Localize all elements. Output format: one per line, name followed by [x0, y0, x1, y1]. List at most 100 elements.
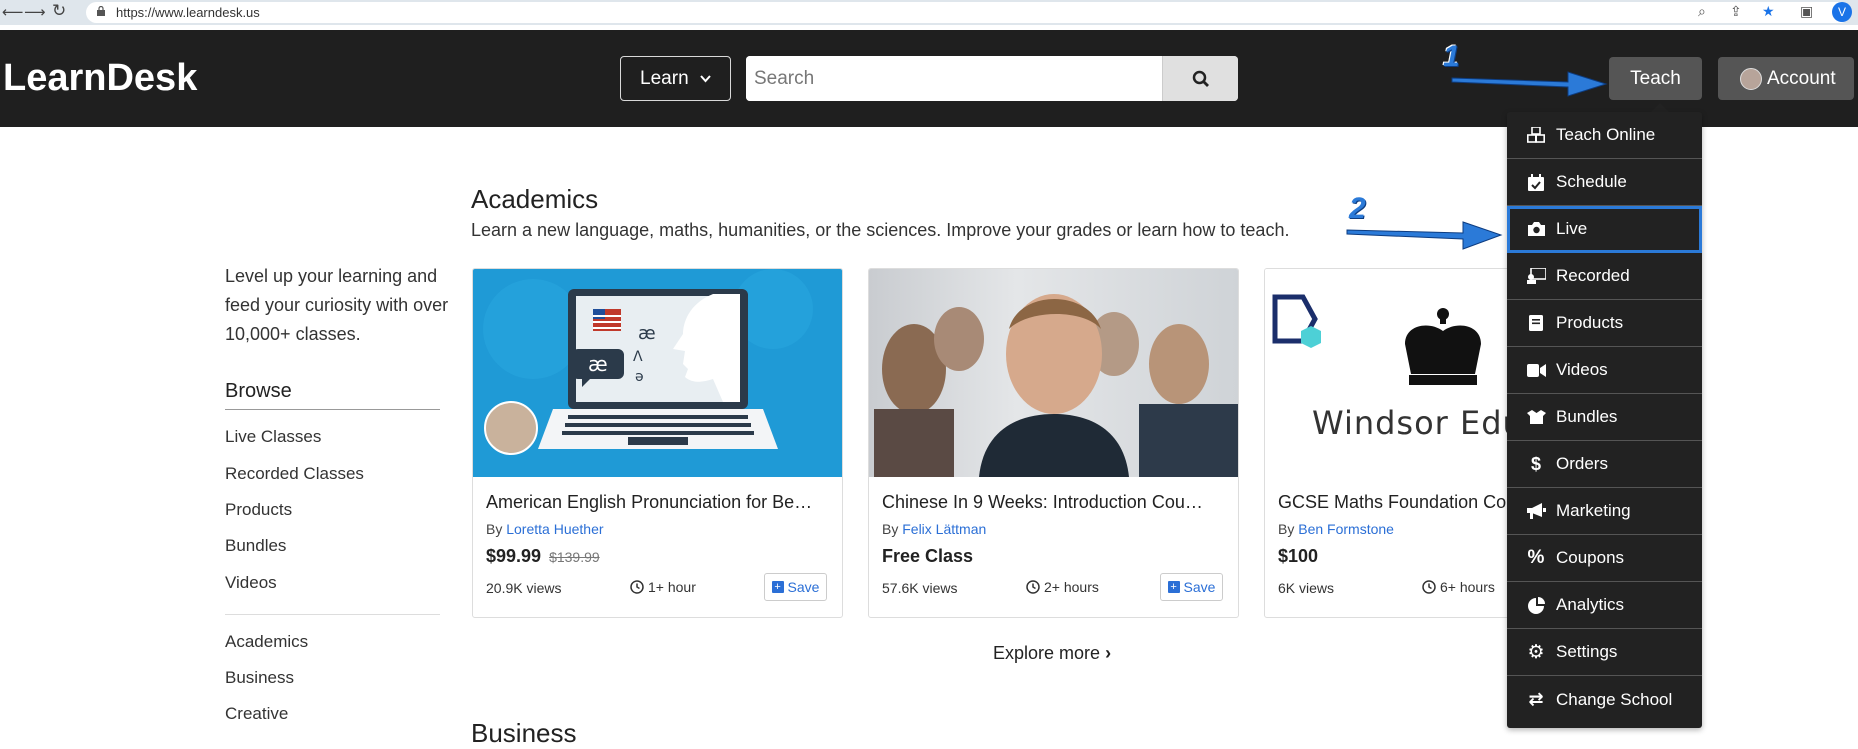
menu-item-analytics[interactable]: Analytics: [1507, 582, 1702, 629]
side-panel-icon[interactable]: ▣: [1800, 3, 1813, 20]
menu-item-change-school[interactable]: ⇄ Change School: [1507, 676, 1702, 723]
menu-item-label: Teach Online: [1556, 125, 1656, 144]
menu-item-label: Analytics: [1556, 595, 1625, 614]
course-title[interactable]: American English Pronunciation for Be…: [486, 492, 832, 513]
chevron-right-icon: ›: [1105, 643, 1112, 663]
svg-text:æ: æ: [588, 352, 608, 376]
menu-item-label: Coupons: [1556, 548, 1625, 567]
account-label: Account: [1767, 68, 1836, 89]
reload-icon[interactable]: ↻: [52, 1, 66, 21]
by-label: By: [486, 521, 503, 537]
sidebar-link-products[interactable]: Products: [225, 500, 292, 520]
teach-dropdown-menu: Teach Online Schedule Live Recorded Prod…: [1507, 112, 1702, 728]
cubes-icon: [1526, 127, 1546, 143]
course-thumbnail: [869, 269, 1238, 477]
lock-icon: [97, 6, 105, 16]
section-title: Academics: [471, 184, 599, 214]
sidebar-link-videos[interactable]: Videos: [225, 573, 277, 593]
avatar: [1740, 68, 1762, 90]
view-count: 57.6K views: [882, 580, 958, 596]
share-icon[interactable]: ⇪: [1730, 3, 1742, 20]
teacher-link[interactable]: Ben Formstone: [1298, 521, 1394, 537]
pie-chart-icon: [1526, 596, 1546, 614]
course-title[interactable]: Chinese In 9 Weeks: Introduction Cou…: [882, 492, 1228, 513]
price-value: $99.99: [486, 546, 542, 566]
duration-text: 1+ hour: [648, 579, 696, 595]
teach-button[interactable]: Teach: [1609, 57, 1702, 100]
view-count: 20.9K views: [486, 580, 562, 596]
divider: [225, 614, 440, 615]
menu-item-coupons[interactable]: % Coupons: [1507, 535, 1702, 582]
duration-text: 2+ hours: [1044, 579, 1099, 595]
menu-item-orders[interactable]: $ Orders: [1507, 441, 1702, 488]
address-bar[interactable]: https://www.learndesk.us: [86, 2, 1850, 23]
menu-item-products[interactable]: Products: [1507, 300, 1702, 347]
menu-item-recorded[interactable]: Recorded: [1507, 253, 1702, 300]
course-price: $100: [1278, 546, 1318, 567]
section-description: Learn a new language, maths, humanities,…: [471, 220, 1290, 240]
annotation-arrow-icon: [1451, 71, 1608, 97]
menu-item-teach-online[interactable]: Teach Online: [1507, 112, 1702, 159]
teacher-link[interactable]: Loretta Huether: [506, 521, 603, 537]
account-button[interactable]: Account: [1718, 57, 1854, 100]
search-input[interactable]: [746, 56, 1162, 101]
menu-item-label: Recorded: [1556, 266, 1630, 285]
svg-text:æ: æ: [638, 323, 656, 344]
camera-icon: [1526, 222, 1546, 236]
bullhorn-icon: [1526, 503, 1546, 519]
profile-avatar[interactable]: V: [1832, 2, 1852, 22]
svg-text:ə: ə: [635, 369, 644, 385]
course-author: By Ben Formstone: [1278, 521, 1394, 537]
forward-arrow-icon[interactable]: ⟶: [24, 3, 46, 21]
sidebar-link-creative[interactable]: Creative: [225, 704, 288, 724]
chalkboard-teacher-icon: [1526, 268, 1546, 284]
course-card[interactable]: Chinese In 9 Weeks: Introduction Cou… By…: [868, 268, 1239, 618]
sidebar-link-business[interactable]: Business: [225, 668, 294, 688]
avatar: [484, 401, 538, 455]
save-button[interactable]: + Save: [1160, 573, 1223, 601]
learn-dropdown-button[interactable]: Learn: [620, 56, 731, 101]
menu-item-schedule[interactable]: Schedule: [1507, 159, 1702, 206]
save-button[interactable]: + Save: [764, 573, 827, 601]
menu-item-marketing[interactable]: Marketing: [1507, 488, 1702, 535]
menu-item-videos[interactable]: Videos: [1507, 347, 1702, 394]
price-value: $100: [1278, 546, 1319, 566]
svg-text:Λ: Λ: [633, 349, 643, 365]
course-price: $99.99 $139.99: [486, 546, 600, 567]
menu-item-settings[interactable]: ⚙ Settings: [1507, 629, 1702, 676]
price-value: Free Class: [882, 546, 974, 566]
percent-icon: %: [1527, 547, 1545, 568]
search-bar: [746, 56, 1238, 101]
group-photo-icon: [874, 294, 1238, 477]
teacher-link[interactable]: Felix Lättman: [902, 521, 986, 537]
course-card[interactable]: æ æ Λ ə American English Pronunciation f…: [472, 268, 843, 618]
menu-item-label: Products: [1556, 313, 1624, 332]
sidebar-link-recorded-classes[interactable]: Recorded Classes: [225, 464, 364, 484]
chevron-down-icon: [700, 75, 711, 83]
save-label: Save: [1183, 579, 1216, 595]
duration-text: 6+ hours: [1440, 579, 1495, 595]
course-thumbnail: æ æ Λ ə: [473, 269, 842, 477]
menu-item-bundles[interactable]: Bundles: [1507, 394, 1702, 441]
site-logo[interactable]: LearnDesk: [3, 57, 197, 100]
menu-item-live[interactable]: Live: [1507, 206, 1702, 253]
sidebar-link-academics[interactable]: Academics: [225, 632, 308, 652]
divider: [225, 409, 440, 410]
url-text: https://www.learndesk.us: [116, 5, 260, 20]
menu-item-label: Schedule: [1556, 172, 1627, 191]
bookmark-star-icon[interactable]: ★: [1762, 3, 1775, 20]
calendar-check-icon: [1526, 173, 1546, 191]
learn-label: Learn: [640, 68, 689, 89]
course-duration: 1+ hour: [630, 579, 696, 595]
plus-icon: +: [1167, 581, 1180, 593]
search-button[interactable]: [1162, 56, 1238, 101]
menu-item-label: Live: [1556, 219, 1588, 238]
sidebar-link-live-classes[interactable]: Live Classes: [225, 427, 321, 447]
section-title: Business: [471, 718, 577, 748]
sidebar-link-bundles[interactable]: Bundles: [225, 536, 286, 556]
intro-text: Level up your learning and feed your cur…: [225, 266, 449, 344]
explore-more-link[interactable]: Explore more ›: [993, 643, 1111, 664]
zoom-icon[interactable]: ⌕: [1698, 3, 1706, 20]
back-arrow-icon[interactable]: ⟵: [2, 3, 24, 21]
save-label: Save: [787, 579, 820, 595]
